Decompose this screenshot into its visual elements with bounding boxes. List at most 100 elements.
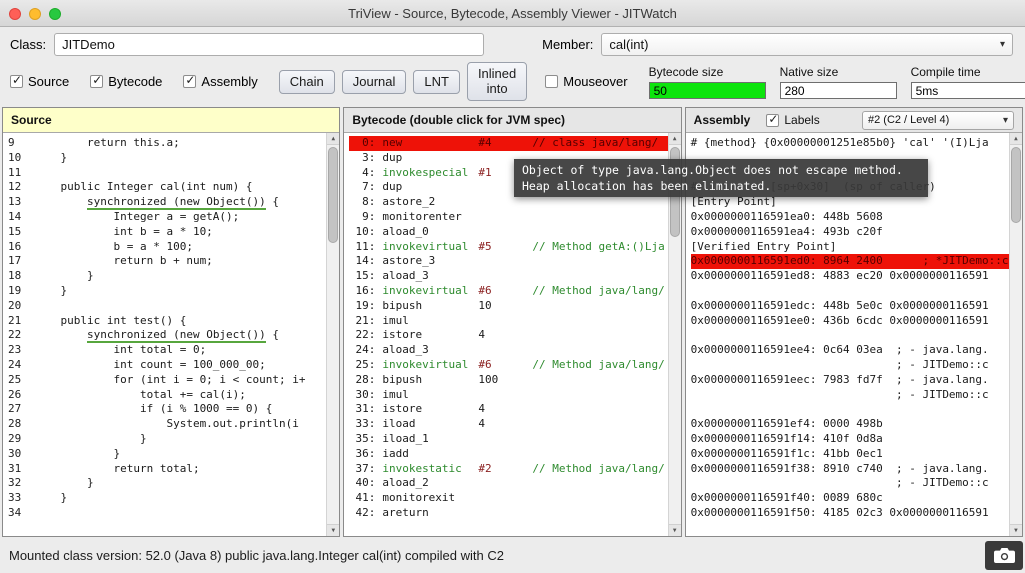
assembly-line[interactable]: 0x0000000116591f14: 410f 0d8a <box>691 432 1009 447</box>
assembly-line[interactable]: 0x0000000116591ee4: 0c64 03ea ; - java.l… <box>691 343 1009 358</box>
bytecode-row[interactable]: 10:aload_0 <box>349 225 667 240</box>
bytecode-row[interactable]: 16:invokevirtual#6// Method java/lang/ <box>349 284 667 299</box>
close-button[interactable] <box>9 8 21 20</box>
compilation-select[interactable]: #2 (C2 / Level 4) ▾ <box>862 111 1014 130</box>
bytecode-row[interactable]: 8:astore_2 <box>349 195 667 210</box>
source-line[interactable]: 29 } <box>8 432 326 447</box>
assembly-line[interactable]: 0x0000000116591edc: 448b 5e0c 0x00000001… <box>691 299 1009 314</box>
bytecode-row[interactable]: 42:areturn <box>349 506 667 521</box>
bytecode-row[interactable]: 22:istore4 <box>349 328 667 343</box>
assembly-line[interactable]: ; - JITDemo::c <box>691 388 1009 403</box>
assembly-line[interactable]: ; - JITDemo::c <box>691 476 1009 491</box>
scrollbar-thumb[interactable] <box>1011 147 1021 223</box>
source-line[interactable]: 28 System.out.println(i <box>8 417 326 432</box>
source-line[interactable]: 31 return total; <box>8 462 326 477</box>
source-line[interactable]: 32 } <box>8 476 326 491</box>
assembly-line[interactable] <box>691 328 1009 343</box>
bytecode-row[interactable]: 30:imul <box>349 388 667 403</box>
source-line[interactable]: 25 for (int i = 0; i < count; i+ <box>8 373 326 388</box>
mouseover-checkbox[interactable]: ✓Mouseover <box>545 74 627 89</box>
source-line[interactable]: 26 total += cal(i); <box>8 388 326 403</box>
bytecode-row[interactable]: 15:aload_3 <box>349 269 667 284</box>
assembly-line[interactable]: 0x0000000116591ed0: 8964 2400 ; *JITDemo… <box>691 254 1009 269</box>
assembly-line[interactable]: # {method} {0x00000001251e85b0} 'cal' '(… <box>691 136 1009 151</box>
source-line[interactable]: 11 <box>8 166 326 181</box>
bytecode-row[interactable]: 25:invokevirtual#6// Method java/lang/ <box>349 358 667 373</box>
view-checkbox[interactable]: ✓Assembly <box>183 74 257 89</box>
scrollbar-thumb[interactable] <box>328 147 338 243</box>
bytecode-row[interactable]: 14:astore_3 <box>349 254 667 269</box>
member-select[interactable]: cal(int) ▾ <box>601 33 1013 56</box>
bytecode-row[interactable]: 41:monitorexit <box>349 491 667 506</box>
source-line[interactable]: 17 return b + num; <box>8 254 326 269</box>
scroll-up-icon[interactable]: ▲ <box>327 133 339 145</box>
source-line[interactable]: 20 <box>8 299 326 314</box>
bytecode-row[interactable]: 37:invokestatic#2// Method java/lang/ <box>349 462 667 477</box>
bytecode-offset: 36: <box>349 447 375 462</box>
assembly-line[interactable] <box>691 402 1009 417</box>
view-checkbox[interactable]: ✓Bytecode <box>90 74 162 89</box>
assembly-line[interactable]: [Entry Point] <box>691 195 1009 210</box>
source-line[interactable]: 10 } <box>8 151 326 166</box>
source-line[interactable]: 22 synchronized (new Object()) { <box>8 328 326 343</box>
bytecode-row[interactable]: 40:aload_2 <box>349 476 667 491</box>
bytecode-row[interactable]: 35:iload_1 <box>349 432 667 447</box>
source-scrollbar[interactable]: ▲ ▼ <box>326 133 339 536</box>
assembly-line[interactable]: 0x0000000116591ea4: 493b c20f <box>691 225 1009 240</box>
bytecode-row[interactable]: 19:bipush10 <box>349 299 667 314</box>
bytecode-row[interactable]: 28:bipush100 <box>349 373 667 388</box>
toolbar-button[interactable]: LNT <box>413 70 460 94</box>
bytecode-row[interactable]: 0:new#4// class java/lang/ <box>349 136 667 151</box>
assembly-line[interactable]: 0x0000000116591eec: 7983 fd7f ; - java.l… <box>691 373 1009 388</box>
toolbar-button[interactable]: Journal <box>342 70 407 94</box>
scroll-up-icon[interactable]: ▲ <box>669 133 681 145</box>
assembly-scrollbar[interactable]: ▲ ▼ <box>1009 133 1022 536</box>
assembly-line[interactable]: 0x0000000116591ef4: 0000 498b <box>691 417 1009 432</box>
bytecode-row[interactable]: 36:iadd <box>349 447 667 462</box>
bytecode-row[interactable]: 11:invokevirtual#5// Method getA:()Lja <box>349 240 667 255</box>
source-line[interactable]: 9 return this.a; <box>8 136 326 151</box>
assembly-line[interactable]: 0x0000000116591f40: 0089 680c <box>691 491 1009 506</box>
bytecode-panel-header: Bytecode (double click for JVM spec) <box>344 108 680 133</box>
bytecode-row[interactable]: 24:aload_3 <box>349 343 667 358</box>
source-line[interactable]: 34 <box>8 506 326 521</box>
source-line[interactable]: 13 synchronized (new Object()) { <box>8 195 326 210</box>
bytecode-row[interactable]: 31:istore4 <box>349 402 667 417</box>
source-line[interactable]: 24 int count = 100_000_00; <box>8 358 326 373</box>
source-line[interactable]: 18 } <box>8 269 326 284</box>
toolbar-button[interactable]: Chain <box>279 70 335 94</box>
bytecode-row[interactable]: 33:iload4 <box>349 417 667 432</box>
scroll-down-icon[interactable]: ▼ <box>327 524 339 536</box>
source-line[interactable]: 27 if (i % 1000 == 0) { <box>8 402 326 417</box>
source-line[interactable]: 30 } <box>8 447 326 462</box>
minimize-button[interactable] <box>29 8 41 20</box>
scroll-down-icon[interactable]: ▼ <box>1010 524 1022 536</box>
scroll-down-icon[interactable]: ▼ <box>669 524 681 536</box>
assembly-line[interactable] <box>691 284 1009 299</box>
bytecode-row[interactable]: 9:monitorenter <box>349 210 667 225</box>
assembly-line[interactable]: 0x0000000116591f1c: 41bb 0ec1 <box>691 447 1009 462</box>
source-line[interactable]: 14 Integer a = getA(); <box>8 210 326 225</box>
assembly-line[interactable]: 0x0000000116591ed8: 4883 ec20 0x00000001… <box>691 269 1009 284</box>
assembly-line[interactable]: 0x0000000116591f50: 4185 02c3 0x00000001… <box>691 506 1009 521</box>
assembly-line[interactable]: ; - JITDemo::c <box>691 358 1009 373</box>
class-input[interactable] <box>54 33 484 56</box>
screenshot-button[interactable] <box>985 541 1023 570</box>
source-line[interactable]: 23 int total = 0; <box>8 343 326 358</box>
scroll-up-icon[interactable]: ▲ <box>1010 133 1022 145</box>
source-line[interactable]: 12 public Integer cal(int num) { <box>8 180 326 195</box>
source-line[interactable]: 19 } <box>8 284 326 299</box>
assembly-line[interactable]: [Verified Entry Point] <box>691 240 1009 255</box>
source-line[interactable]: 21 public int test() { <box>8 314 326 329</box>
source-line[interactable]: 16 b = a * 100; <box>8 240 326 255</box>
bytecode-row[interactable]: 21:imul <box>349 314 667 329</box>
toolbar-button[interactable]: Inlined into <box>467 62 527 101</box>
zoom-button[interactable] <box>49 8 61 20</box>
source-line[interactable]: 15 int b = a * 10; <box>8 225 326 240</box>
assembly-line[interactable]: 0x0000000116591f38: 8910 c740 ; - java.l… <box>691 462 1009 477</box>
labels-checkbox[interactable]: ✓Labels <box>766 113 819 127</box>
view-checkbox[interactable]: ✓Source <box>10 74 69 89</box>
assembly-line[interactable]: 0x0000000116591ee0: 436b 6cdc 0x00000001… <box>691 314 1009 329</box>
source-line[interactable]: 33 } <box>8 491 326 506</box>
assembly-line[interactable]: 0x0000000116591ea0: 448b 5608 <box>691 210 1009 225</box>
